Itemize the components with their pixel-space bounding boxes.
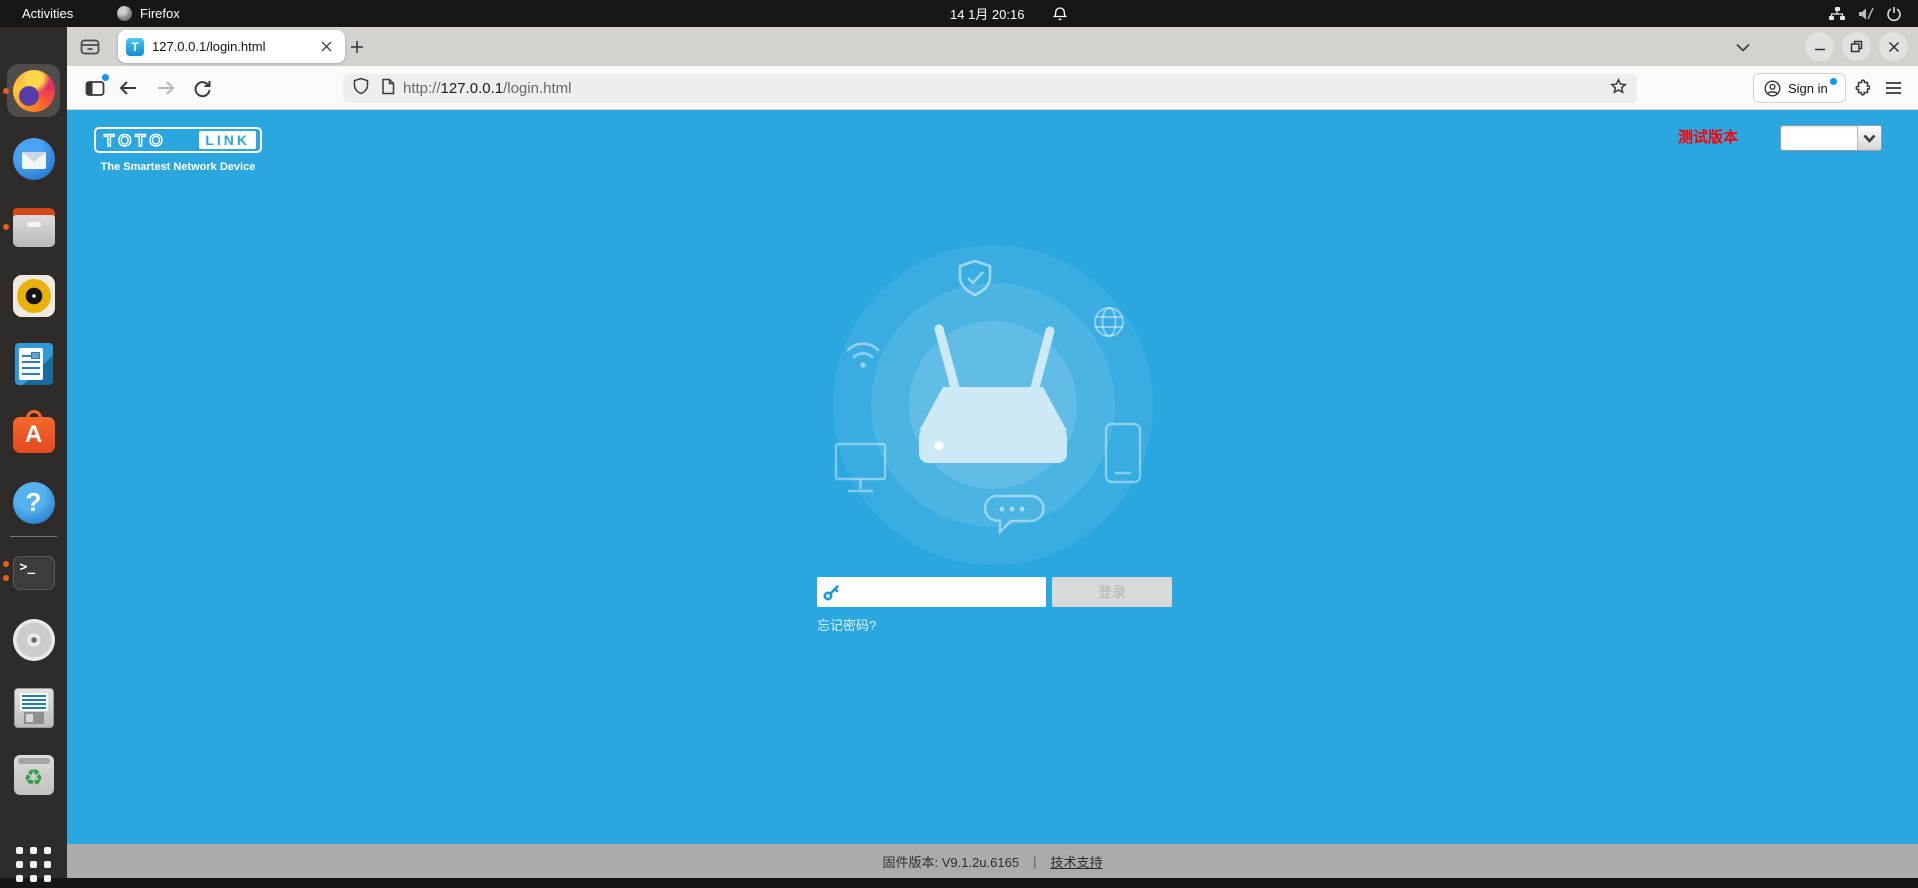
logo-tagline: The Smartest Network Device [100,161,256,173]
rhythmbox-icon [12,274,55,317]
extensions-puzzle-icon[interactable] [1845,72,1877,104]
firefox-view-button[interactable] [76,34,104,60]
account-avatar-icon [1764,79,1781,97]
disc-icon [12,618,55,661]
url-path: /login.html [503,80,572,97]
dock-item-help[interactable]: ? [10,479,57,526]
version-badge: 测试版本 [1677,129,1738,146]
clock-button[interactable]: 14 1月 20:16 [950,0,1024,27]
firefox-mono-icon [117,6,132,21]
running-indicator [3,575,9,581]
firmware-version-text: 固件版本: V9.1.2u.6165 [882,854,1020,870]
window-close-button[interactable] [1879,32,1908,61]
libreoffice-writer-icon [14,342,53,385]
dock: A ? >_ ♻ [0,27,67,882]
url-text: http://127.0.0.1/login.html [403,80,571,97]
firefox-icon [12,69,55,112]
app-menu-label: Firefox [140,6,180,21]
dock-item-thunderbird[interactable] [10,135,57,182]
logo-primary-text: TOTO [103,130,167,150]
firefox-window: T 127.0.0.1/login.html http://127.0.0.1/… [67,27,1918,878]
new-tab-button[interactable] [343,34,371,60]
power-icon[interactable] [1886,0,1902,27]
app-menu-firefox[interactable]: Firefox [117,0,180,27]
help-icon: ? [12,481,55,524]
login-form: 登录 [817,577,1172,607]
dock-item-libreoffice-writer[interactable] [10,340,57,387]
sign-in-notification-dot [1829,77,1837,85]
forgot-password-link[interactable]: 忘记密码? [817,615,876,634]
router-led [934,441,944,451]
terminal-icon: >_ [12,555,55,590]
running-indicator [3,88,9,94]
dock-item-firefox[interactable] [10,67,57,114]
totolink-favicon: T [126,37,144,56]
sign-in-button[interactable]: Sign in [1753,73,1846,103]
activities-button[interactable]: Activities [22,0,73,27]
window-minimize-button[interactable] [1805,32,1834,61]
system-top-bar: Activities Firefox 14 1月 20:16 [0,0,1918,27]
dock-divider [10,536,57,537]
language-select-value [1781,126,1857,150]
bookmark-star-icon[interactable] [1610,77,1627,100]
volume-muted-icon[interactable] [1857,0,1875,27]
url-scheme: http:// [403,80,441,97]
language-select[interactable] [1780,125,1882,151]
key-icon [823,584,839,601]
floppy-icon [13,687,54,728]
app-center-icon: A [12,410,55,453]
dock-item-trash[interactable]: ♻ [10,751,57,798]
sidebar-button[interactable] [79,72,111,104]
clock-label: 14 1月 20:16 [950,7,1025,22]
dock-item-files[interactable] [10,204,57,251]
tab-bar: T 127.0.0.1/login.html [67,27,1918,66]
notification-bell-icon[interactable] [1052,0,1068,27]
list-all-tabs-chevron-icon[interactable] [1729,34,1757,60]
page-footer: 固件版本: V9.1.2u.6165 | 技术支持 [67,844,1918,878]
logo-secondary-text: LINK [199,131,256,149]
dock-item-floppy[interactable] [10,684,57,731]
show-applications-button[interactable] [10,841,57,888]
tech-support-link[interactable]: 技术支持 [1050,852,1102,871]
tab-title: 127.0.0.1/login.html [152,39,266,54]
router-top-face [919,387,1067,431]
tracking-protection-shield-icon[interactable] [353,77,369,100]
totolink-logo: TOTO LINK [94,127,262,153]
router-login-page: TOTO LINK The Smartest Network Device 测试… [67,110,1918,878]
files-icon [12,207,55,247]
select-chevron-icon [1857,126,1881,150]
navigation-toolbar: http://127.0.0.1/login.html Sign in [67,66,1918,110]
back-button[interactable] [112,72,144,104]
thunderbird-icon [12,137,55,180]
activities-label: Activities [22,6,74,21]
dock-item-terminal[interactable]: >_ [10,547,57,594]
sign-in-label: Sign in [1788,80,1828,96]
network-wired-icon[interactable] [1828,0,1846,27]
tab-close-button[interactable] [315,36,337,58]
tab-127001-login[interactable]: T 127.0.0.1/login.html [118,30,345,63]
dock-item-app-center[interactable]: A [10,409,57,456]
hamburger-menu-icon[interactable] [1877,72,1909,104]
window-restore-button[interactable] [1842,32,1871,61]
reload-button[interactable] [186,72,218,104]
notification-dot [102,74,109,81]
show-applications-icon [16,847,51,882]
footer-divider: | [1033,853,1037,869]
running-indicator [3,224,9,230]
url-host: 127.0.0.1 [440,80,504,97]
running-indicator [3,561,9,567]
forward-button[interactable] [150,72,182,104]
password-input[interactable] [845,580,1040,604]
dock-item-disc[interactable] [10,616,57,663]
url-bar[interactable]: http://127.0.0.1/login.html [343,74,1637,103]
dock-item-rhythmbox[interactable] [10,272,57,319]
page-info-icon[interactable] [381,78,395,100]
trash-icon: ♻ [13,754,54,795]
password-field-wrap [817,577,1046,607]
login-button[interactable]: 登录 [1052,577,1172,607]
